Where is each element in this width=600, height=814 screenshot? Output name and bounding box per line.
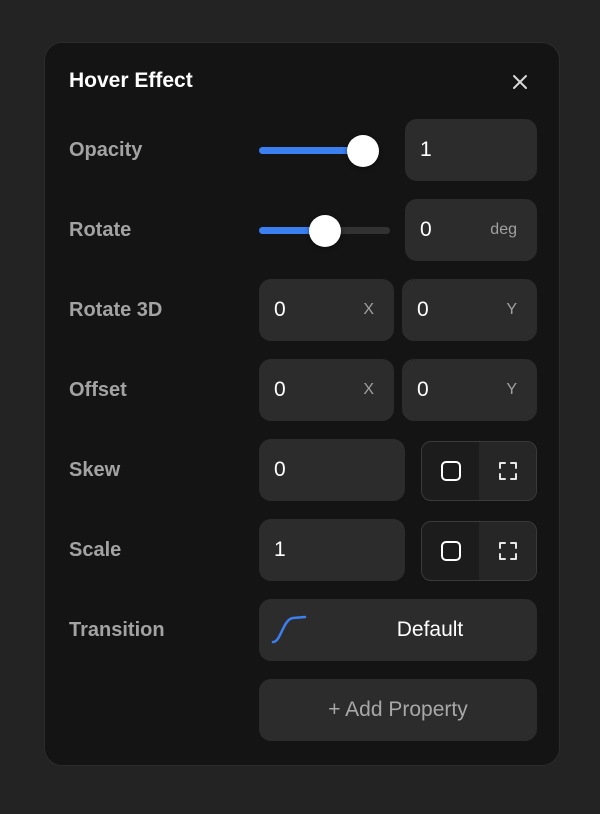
transition-selector[interactable]: Default (259, 599, 537, 661)
offset-y-value: 0 (417, 378, 429, 401)
opacity-slider[interactable] (259, 135, 380, 167)
skew-mode-toggle[interactable] (421, 441, 537, 501)
square-icon (440, 541, 461, 561)
expand-corners-icon (498, 462, 517, 480)
scale-uniform-option[interactable] (422, 522, 479, 580)
rotate-slider-thumb[interactable] (308, 215, 341, 247)
transition-value: Default (396, 618, 464, 641)
rotate-slider[interactable] (259, 215, 390, 247)
panel-title: Hover Effect (69, 69, 193, 92)
opacity-input[interactable]: 1 (405, 119, 537, 181)
rotate3d-y-value: 0 (417, 298, 429, 321)
offset-y-input[interactable]: 0 Y (402, 359, 537, 421)
rotate-unit: deg (490, 221, 517, 238)
rotate3d-x-value: 0 (274, 298, 286, 321)
rotate3d-x-input[interactable]: 0 X (259, 279, 394, 341)
scale-value: 1 (274, 538, 286, 561)
skew-label: Skew (69, 459, 121, 481)
rotate3d-y-unit: Y (506, 301, 517, 318)
offset-x-unit: X (363, 381, 374, 398)
skew-uniform-option[interactable] (422, 442, 479, 500)
rotate3d-x-unit: X (363, 301, 374, 318)
close-icon (513, 75, 527, 89)
opacity-value: 1 (420, 138, 432, 161)
scale-label: Scale (69, 539, 122, 561)
opacity-slider-thumb[interactable] (347, 135, 380, 167)
offset-x-value: 0 (274, 378, 286, 401)
transition-label: Transition (69, 619, 165, 641)
hover-effect-panel: Hover Effect Opacity 1 Rotate 0 deg Rota… (44, 42, 560, 766)
opacity-label: Opacity (69, 139, 143, 161)
rotate3d-label: Rotate 3D (69, 299, 163, 321)
scale-input[interactable]: 1 (259, 519, 405, 581)
offset-label: Offset (69, 379, 127, 401)
skew-input[interactable]: 0 (259, 439, 405, 501)
scale-individual-option[interactable] (479, 522, 536, 580)
rotate3d-y-input[interactable]: 0 Y (402, 279, 537, 341)
scale-mode-toggle[interactable] (421, 521, 537, 581)
skew-value: 0 (274, 458, 286, 481)
offset-x-input[interactable]: 0 X (259, 359, 394, 421)
square-icon (440, 461, 461, 481)
rotate-label: Rotate (69, 219, 132, 241)
add-property-button[interactable]: + Add Property (259, 679, 537, 741)
rotate-value: 0 (420, 218, 432, 241)
rotate-input[interactable]: 0 deg (405, 199, 537, 261)
skew-individual-option[interactable] (479, 442, 536, 500)
expand-corners-icon (498, 542, 517, 560)
offset-y-unit: Y (506, 381, 517, 398)
close-button[interactable] (507, 69, 533, 95)
